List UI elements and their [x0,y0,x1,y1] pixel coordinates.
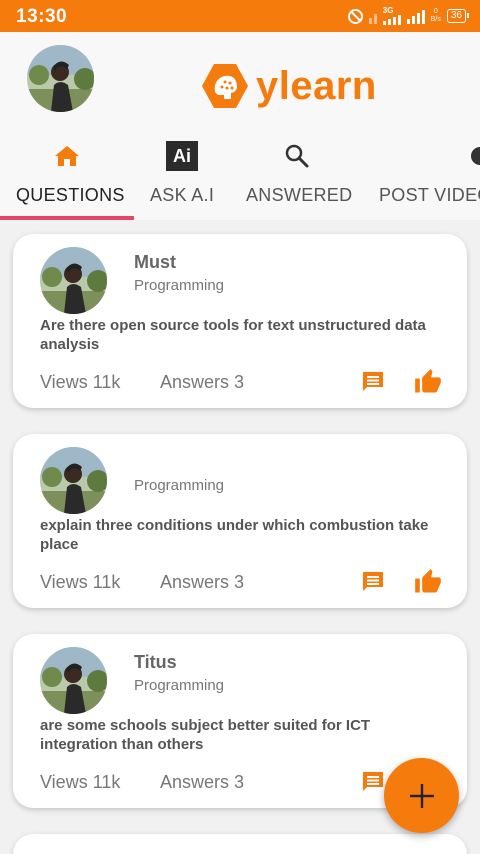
tab-ask-ai[interactable]: Ai ASK A.I [134,137,230,220]
tab-ask-ai-label: ASK A.I [150,185,215,205]
thumbs-up-icon[interactable] [414,568,442,596]
tab-answered[interactable]: ANSWERED [230,137,364,220]
comment-icon[interactable] [361,370,385,394]
app-logo-text: ylearn [256,64,377,108]
tab-questions[interactable]: QUESTIONS [0,137,134,220]
app-logo: ylearn [200,62,377,110]
question-card[interactable]: Must Programming Are there open source t… [13,234,467,408]
tab-answered-label: ANSWERED [246,185,353,205]
video-icon [468,141,480,171]
profile-avatar[interactable] [27,45,94,112]
avatar-image [27,45,94,112]
search-icon [282,141,312,171]
data-speed: 0 B/s [431,8,441,24]
author-avatar[interactable] [40,247,107,314]
home-icon [51,141,83,171]
question-text[interactable]: are some schools subject better suited f… [40,716,440,754]
avatar-image [40,647,107,714]
tab-post-video-label: POST VIDEO [379,185,480,205]
answers-count: Answers 3 [160,772,245,792]
question-category: Programming [134,477,225,494]
question-text[interactable]: explain three conditions under which com… [40,516,440,554]
signal-icon-3 [406,8,425,24]
network-indicator: 3G [382,6,401,25]
status-time: 13:30 [16,6,68,27]
battery-icon: 36 [446,9,470,23]
avatar-image [40,447,107,514]
active-tab-indicator [0,216,134,220]
author-name: Must [134,252,176,272]
signal-icon-2 [382,15,401,25]
network-type: 3G [382,6,394,15]
data-speed-value: 0 [433,8,438,15]
comment-icon[interactable] [361,570,385,594]
views-count: Views 11k [40,772,121,792]
ai-icon-label: Ai [166,141,198,171]
question-text[interactable]: Are there open source tools for text uns… [40,316,440,354]
question-card[interactable]: Programming explain three conditions und… [13,434,467,608]
views-count: Views 11k [40,372,121,392]
data-speed-unit: B/s [430,16,441,23]
signal-icon-1 [368,8,377,24]
add-question-button[interactable] [384,758,459,833]
author-avatar[interactable] [40,647,107,714]
ai-icon: Ai [166,141,198,171]
answers-count: Answers 3 [160,572,245,592]
tab-post-video[interactable]: POST VIDEO [364,137,480,220]
do-not-disturb-icon [347,8,363,24]
author-name: Titus [134,652,177,672]
plus-icon [409,783,434,808]
author-avatar[interactable] [40,447,107,514]
brain-hexagon-icon [202,64,248,108]
question-card-partial[interactable] [13,834,467,854]
question-category: Programming [134,277,225,294]
tab-questions-label: QUESTIONS [16,185,125,205]
views-count: Views 11k [40,572,121,592]
status-icons: 3G 0 B/s 36 [347,6,470,26]
comment-icon[interactable] [361,770,385,794]
thumbs-up-icon[interactable] [414,368,442,396]
question-category: Programming [134,677,225,694]
tab-bar: QUESTIONS Ai ASK A.I ANSWERED POST VIDE [0,137,480,220]
status-bar: 13:30 3G 0 B/s 36 [0,0,480,32]
app-header: ylearn QUESTIONS Ai ASK A.I ANSWERED POS… [0,32,480,220]
avatar-image [40,247,107,314]
answers-count: Answers 3 [160,372,245,392]
